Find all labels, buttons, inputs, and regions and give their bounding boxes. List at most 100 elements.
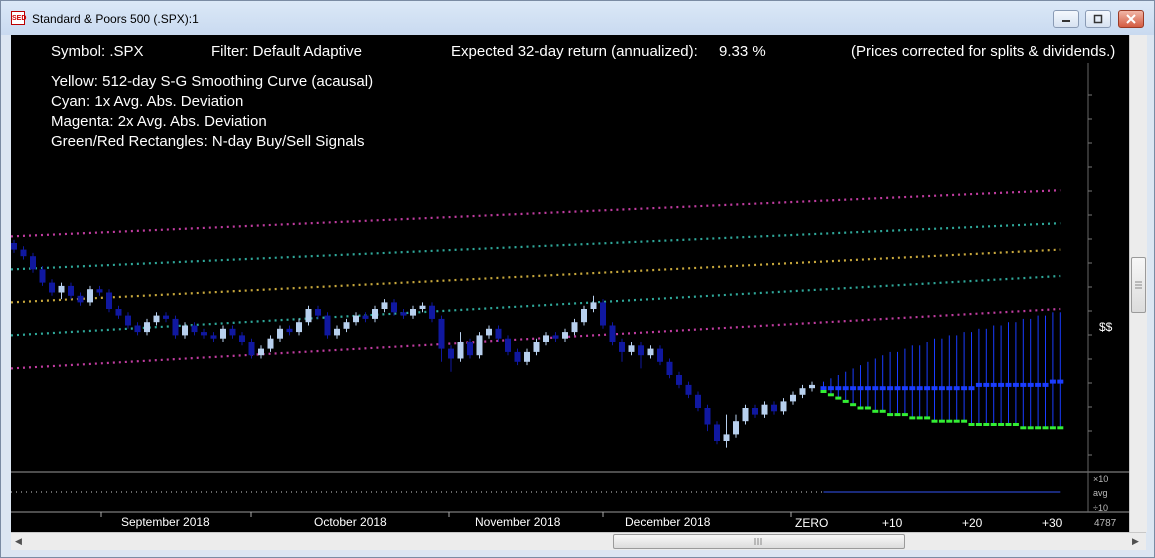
bar-body — [448, 348, 454, 359]
bar-body — [486, 328, 492, 336]
bar-body — [742, 408, 749, 422]
close-button[interactable] — [1118, 10, 1144, 28]
bar-body — [400, 312, 407, 316]
projection-low — [983, 423, 990, 426]
price-axis-label: $$ — [1099, 320, 1113, 334]
price-bars — [11, 239, 815, 448]
vertical-scroll-thumb[interactable] — [1131, 257, 1146, 313]
bar-body — [372, 309, 378, 319]
projection-low — [820, 390, 827, 393]
bar-body — [39, 269, 46, 283]
band-curve-magenta_upper — [11, 189, 1061, 238]
bar-body — [429, 305, 435, 319]
bar-body — [533, 342, 540, 352]
bar-body — [457, 342, 464, 359]
chart-window: SED Standard & Poors 500 (.SPX):1 Symbol… — [0, 0, 1155, 558]
maximize-icon — [1093, 14, 1103, 24]
bar-body — [476, 335, 483, 356]
grip-icon — [754, 538, 762, 545]
bar-body — [296, 322, 302, 333]
bar-body — [657, 348, 663, 362]
bar-body — [201, 332, 207, 336]
bar-body — [106, 292, 112, 309]
projection-low — [938, 419, 945, 423]
future-tick-10: +10 — [882, 516, 903, 530]
projection-low — [1012, 423, 1019, 426]
maximize-button[interactable] — [1085, 10, 1111, 28]
minimize-button[interactable] — [1053, 10, 1079, 28]
bar-body — [267, 338, 274, 349]
projection-low — [842, 399, 849, 403]
bar-body — [391, 302, 397, 313]
band-curve-yellow — [11, 248, 1061, 304]
horizontal-scrollbar[interactable]: ◀ ▶ — [11, 532, 1146, 550]
bar-body — [609, 325, 616, 342]
projection-low — [827, 393, 834, 397]
bar-body — [343, 322, 350, 329]
title-bar[interactable]: SED Standard & Poors 500 (.SPX):1 — [1, 1, 1154, 35]
projection-low — [901, 413, 908, 417]
bar-body — [49, 282, 55, 293]
bar-body — [115, 309, 122, 316]
scroll-right-icon[interactable]: ▶ — [1132, 536, 1139, 547]
bar-body — [277, 328, 283, 339]
price-chart[interactable]: Symbol: .SPX Filter: Default Adaptive Ex… — [11, 35, 1129, 532]
bar-body — [410, 309, 416, 316]
bar-body — [771, 404, 777, 412]
bar-body — [552, 335, 559, 339]
bar-body — [58, 285, 65, 293]
bar-body — [353, 315, 359, 323]
bar-body — [87, 289, 93, 303]
sub-axis-label-mid: avg — [1093, 488, 1108, 498]
bar-body — [172, 318, 179, 336]
vertical-scrollbar[interactable] — [1129, 35, 1147, 532]
projection-low — [879, 409, 886, 413]
projection-bars — [820, 312, 1064, 430]
bar-body — [220, 328, 226, 339]
projection-low — [1027, 426, 1034, 430]
bar-body — [96, 289, 103, 293]
bar-body — [714, 424, 720, 441]
projection-low — [864, 406, 871, 410]
bar-body — [723, 434, 730, 441]
bar-body — [514, 351, 521, 362]
price-axis-ticks — [1088, 94, 1092, 456]
projection-low — [916, 416, 923, 420]
scroll-left-icon[interactable]: ◀ — [15, 536, 22, 547]
bar-body — [695, 394, 701, 408]
bar-body — [419, 305, 426, 309]
projection-low — [850, 403, 857, 407]
bar-body — [581, 309, 587, 323]
bar-body — [543, 335, 549, 342]
projection-low — [887, 413, 894, 417]
bar-body — [134, 325, 141, 333]
month-label-dec: December 2018 — [625, 515, 711, 529]
projection-low — [1005, 423, 1012, 426]
bar-body — [752, 408, 758, 415]
bar-body — [381, 302, 388, 309]
minimize-icon — [1062, 20, 1070, 22]
bar-body — [704, 408, 711, 425]
projection-low — [946, 419, 953, 423]
projection-low — [1049, 426, 1056, 430]
window-title: Standard & Poors 500 (.SPX):1 — [32, 12, 199, 26]
projection-low — [1042, 426, 1049, 430]
bar-body — [258, 348, 264, 356]
bar-body — [619, 342, 625, 352]
bar-body — [467, 342, 473, 356]
projection-low — [909, 416, 916, 420]
bar-body — [666, 361, 673, 375]
bar-body — [647, 348, 654, 356]
bar-body — [628, 345, 635, 352]
bar-body — [125, 315, 131, 326]
bar-body — [77, 295, 84, 303]
bar-body — [324, 315, 331, 336]
projection-low — [835, 396, 842, 400]
sub-axis-label-bottom: ÷10 — [1093, 503, 1108, 513]
horizontal-scroll-thumb[interactable] — [613, 534, 905, 549]
projection-low — [961, 419, 968, 423]
bar-body — [210, 335, 217, 339]
chart-canvas: $$ ×10 avg ÷10 September 2018 October 20… — [11, 63, 1129, 530]
future-tick-zero: ZERO — [795, 516, 828, 530]
projection-low — [968, 423, 975, 426]
